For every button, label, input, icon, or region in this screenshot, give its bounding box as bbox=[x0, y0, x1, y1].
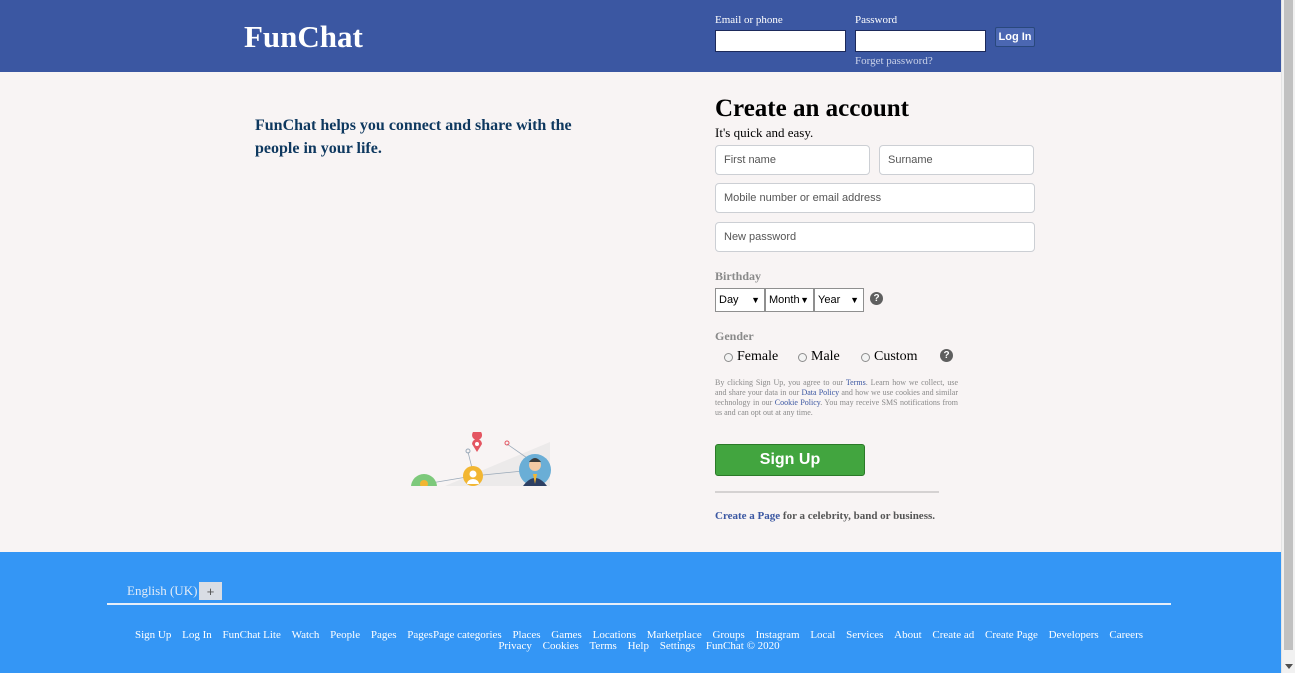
footer-link[interactable]: Developers bbox=[1049, 629, 1099, 641]
first-name-input[interactable]: First name bbox=[715, 145, 870, 175]
footer-links: Sign Up Log In FunChat Lite Watch People… bbox=[107, 630, 1171, 652]
gender-male-radio[interactable]: Male bbox=[798, 349, 840, 365]
sign-up-button[interactable]: Sign Up bbox=[715, 444, 865, 476]
terms-text: By clicking Sign Up, you agree to our bbox=[715, 378, 846, 387]
month-select-value: Month bbox=[769, 294, 800, 306]
logo[interactable]: FunChat bbox=[244, 19, 363, 55]
footer-link[interactable]: Local bbox=[810, 629, 835, 641]
chevron-down-icon: ▼ bbox=[751, 295, 760, 305]
footer-link[interactable]: People bbox=[330, 629, 360, 641]
vertical-scrollbar[interactable] bbox=[1281, 0, 1295, 673]
gender-label: Gender bbox=[715, 329, 754, 343]
data-policy-link[interactable]: Data Policy bbox=[801, 388, 839, 397]
birthday-label: Birthday bbox=[715, 269, 762, 283]
footer-link[interactable]: Pages bbox=[371, 629, 397, 641]
radio-circle-icon bbox=[798, 352, 807, 362]
forgot-password-link[interactable]: Forget password? bbox=[855, 55, 933, 67]
gender-female-radio[interactable]: Female bbox=[724, 349, 778, 365]
year-select-value: Year bbox=[818, 294, 841, 306]
gender-custom-radio[interactable]: Custom bbox=[861, 349, 918, 365]
chevron-down-icon: ▼ bbox=[800, 295, 809, 305]
email-label: Email or phone bbox=[715, 14, 783, 26]
divider bbox=[715, 491, 939, 493]
login-email-input[interactable] bbox=[715, 30, 846, 52]
birthday-day-select[interactable]: Day ▼ bbox=[715, 288, 765, 312]
footer-link[interactable]: Services bbox=[846, 629, 883, 641]
footer-link[interactable]: Watch bbox=[292, 629, 320, 641]
surname-input[interactable]: Surname bbox=[879, 145, 1034, 175]
create-page-text: for a celebrity, band or business. bbox=[780, 510, 936, 522]
create-account-subtitle: It's quick and easy. bbox=[715, 125, 814, 140]
radio-circle-icon bbox=[724, 352, 733, 362]
footer-link[interactable]: Create Page bbox=[985, 629, 1038, 641]
birthday-year-select[interactable]: Year ▼ bbox=[814, 288, 864, 312]
language-current[interactable]: English (UK) bbox=[127, 583, 197, 599]
footer-link[interactable]: FunChat Lite bbox=[222, 629, 280, 641]
login-button[interactable]: Log In bbox=[995, 27, 1035, 47]
new-password-input[interactable]: New password bbox=[715, 222, 1035, 252]
footer-link[interactable]: Sign Up bbox=[135, 629, 171, 641]
footer-link[interactable]: PagesPage categories bbox=[407, 629, 501, 641]
footer-link[interactable]: Help bbox=[628, 640, 649, 652]
create-page-line: Create a Page for a celebrity, band or b… bbox=[715, 510, 935, 522]
connections-illustration bbox=[405, 432, 555, 486]
birthday-month-select[interactable]: Month ▼ bbox=[765, 288, 814, 312]
password-label: Password bbox=[855, 14, 898, 26]
copyright: FunChat © 2020 bbox=[705, 640, 780, 652]
tagline: FunChat helps you connect and share with… bbox=[255, 117, 572, 157]
birthday-help-icon[interactable]: ? bbox=[870, 292, 883, 305]
footer-link[interactable]: Privacy bbox=[498, 640, 532, 652]
create-page-link[interactable]: Create a Page bbox=[715, 510, 780, 522]
contact-input[interactable]: Mobile number or email address bbox=[715, 183, 1035, 213]
add-language-button[interactable]: + bbox=[199, 582, 222, 600]
scrollbar-thumb[interactable] bbox=[1284, 0, 1293, 650]
radio-circle-icon bbox=[861, 352, 870, 362]
terms-link[interactable]: Terms bbox=[846, 378, 866, 387]
cookie-policy-link[interactable]: Cookie Policy bbox=[775, 398, 820, 407]
footer-links-row-2: Privacy Cookies Terms Help Settings FunC… bbox=[107, 641, 1171, 652]
footer-link[interactable]: Terms bbox=[589, 640, 616, 652]
create-account-title: Create an account bbox=[715, 95, 909, 122]
day-select-value: Day bbox=[719, 294, 739, 306]
gender-option-label: Custom bbox=[874, 349, 918, 364]
footer-link[interactable]: Log In bbox=[182, 629, 212, 641]
footer-link[interactable]: Settings bbox=[660, 640, 695, 652]
chevron-down-icon: ▼ bbox=[850, 295, 859, 305]
footer-link[interactable]: Careers bbox=[1109, 629, 1143, 641]
top-nav-bar: FunChat Email or phone Password Log In F… bbox=[0, 0, 1281, 72]
footer-link[interactable]: Cookies bbox=[543, 640, 579, 652]
footer-divider bbox=[107, 603, 1171, 605]
footer: English (UK) + Sign Up Log In FunChat Li… bbox=[0, 552, 1281, 673]
gender-option-label: Female bbox=[737, 349, 779, 364]
gender-option-label: Male bbox=[811, 349, 840, 364]
footer-link[interactable]: About bbox=[894, 629, 922, 641]
scroll-down-arrow-icon[interactable] bbox=[1285, 664, 1293, 669]
gender-help-icon[interactable]: ? bbox=[940, 349, 953, 362]
login-password-input[interactable] bbox=[855, 30, 986, 52]
terms-notice: By clicking Sign Up, you agree to our Te… bbox=[715, 378, 958, 418]
footer-link[interactable]: Create ad bbox=[932, 629, 974, 641]
